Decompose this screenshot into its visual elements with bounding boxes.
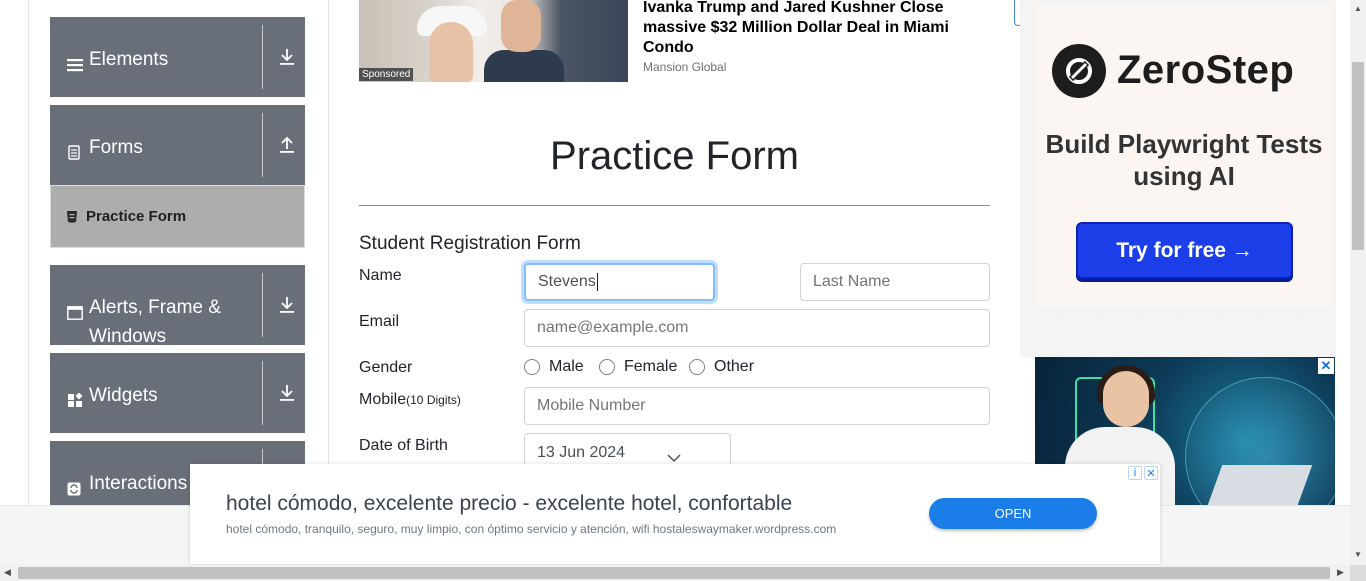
dob-value: 13 Jun 2024 [537, 444, 626, 461]
radio-label: Female [624, 358, 678, 375]
try-for-free-button[interactable]: Try for free → [1076, 222, 1293, 279]
first-name-input[interactable]: Stevens [524, 263, 715, 301]
vertical-scrollbar[interactable]: ▲ ▼ [1350, 0, 1366, 565]
sidebar-group-elements[interactable]: Elements [50, 17, 305, 97]
sidebar-item-practice-form[interactable]: Practice Form [50, 185, 305, 248]
close-icon[interactable]: ✕ [1318, 358, 1334, 374]
radio-label: Male [549, 358, 584, 375]
sidebar-group-label: Alerts, Frame & Windows [89, 297, 221, 347]
sidebar-group-forms[interactable]: Forms [50, 105, 305, 185]
scroll-up-icon[interactable]: ▲ [1354, 4, 1362, 13]
download-arrow-icon[interactable] [277, 381, 297, 405]
title-divider [359, 205, 990, 206]
mobile-input[interactable]: Mobile Number [524, 387, 990, 425]
gender-radio-male[interactable]: Male [524, 358, 584, 376]
group-separator [262, 361, 263, 425]
info-icon[interactable]: i [1128, 466, 1142, 480]
radio-circle[interactable] [524, 359, 540, 375]
last-name-input[interactable]: Last Name [800, 263, 990, 301]
radio-label: Other [714, 358, 755, 375]
first-name-value: Stevens [538, 273, 596, 290]
mobile-label-text: Mobile [359, 391, 407, 408]
banner-subtext: hotel cómodo, tranquilo, seguro, muy lim… [226, 522, 837, 536]
text-caret [596, 273, 598, 291]
window-icon [67, 300, 83, 329]
gender-label: Gender [359, 359, 413, 376]
sponsored-ad-source: Mansion Global [643, 60, 727, 74]
mobile-label: Mobile(10 Digits) [359, 391, 461, 409]
horizontal-scrollbar[interactable]: ◀ ▶ [0, 565, 1350, 581]
sidebar-group-label: Elements [89, 49, 169, 70]
open-button[interactable]: OPEN [929, 498, 1097, 529]
sponsored-badge: Sponsored [359, 68, 414, 81]
download-arrow-icon[interactable] [277, 45, 297, 69]
form-icon [66, 210, 78, 223]
scrollbar-corner [1350, 565, 1366, 581]
scroll-down-icon[interactable]: ▼ [1354, 550, 1362, 559]
group-separator [262, 273, 263, 337]
ad-controls: i ✕ [1128, 466, 1158, 480]
menu-bars-icon [67, 52, 83, 81]
banner-headline[interactable]: hotel cómodo, excelente precio - excelen… [226, 492, 792, 516]
hotel-banner-ad[interactable]: hotel cómodo, excelente precio - excelen… [190, 464, 1160, 564]
zerostep-logo-icon [1052, 44, 1106, 98]
radio-circle[interactable] [599, 359, 615, 375]
mobile-hint: (10 Digits) [406, 393, 461, 407]
dob-label: Date of Birth [359, 437, 448, 454]
email-label: Email [359, 313, 400, 330]
form-heading: Student Registration Form [359, 233, 581, 254]
close-icon[interactable]: ✕ [1144, 466, 1158, 480]
radio-circle[interactable] [689, 359, 705, 375]
sidebar-group-alerts[interactable]: Alerts, Frame & Windows [50, 265, 305, 347]
left-border [28, 0, 29, 505]
email-placeholder: name@example.com [537, 319, 689, 336]
sidebar-group-label: Widgets [89, 385, 158, 406]
page-title: Practice Form [550, 134, 799, 178]
last-name-placeholder: Last Name [813, 273, 891, 290]
group-separator [262, 25, 263, 89]
vertical-scroll-thumb[interactable] [1352, 62, 1364, 250]
upload-arrow-icon[interactable] [277, 133, 297, 157]
widgets-icon [67, 388, 83, 417]
sponsored-ad-headline[interactable]: Ivanka Trump and Jared Kushner Close mas… [643, 0, 993, 58]
sidebar-group-widgets[interactable]: Widgets [50, 353, 305, 433]
mobile-placeholder: Mobile Number [537, 397, 646, 414]
zerostep-tagline: Build Playwright Tests using AI [1045, 129, 1323, 191]
document-icon [67, 140, 83, 169]
group-separator [262, 113, 263, 177]
name-label: Name [359, 267, 402, 284]
horizontal-scroll-thumb[interactable] [18, 567, 1330, 579]
zerostep-brand: ZeroStep [1117, 48, 1295, 92]
sidebar-group-label: Interactions [89, 473, 188, 494]
sidebar-item-label: Practice Form [86, 208, 187, 225]
sidebar-group-label: Forms [89, 137, 143, 158]
gender-radio-female[interactable]: Female [599, 358, 677, 376]
scroll-right-icon[interactable]: ▶ [1337, 567, 1344, 578]
refresh-icon [67, 476, 83, 505]
sidebar-divider [328, 0, 329, 505]
scroll-left-icon[interactable]: ◀ [4, 567, 11, 578]
email-input[interactable]: name@example.com [524, 309, 990, 347]
zerostep-ad[interactable]: ZeroStep Build Playwright Tests using AI… [1020, 0, 1336, 357]
download-arrow-icon[interactable] [277, 293, 297, 317]
gender-radio-other[interactable]: Other [689, 358, 754, 376]
browser-viewport: Elements Forms Practice Form Alerts, Fra… [0, 0, 1366, 581]
